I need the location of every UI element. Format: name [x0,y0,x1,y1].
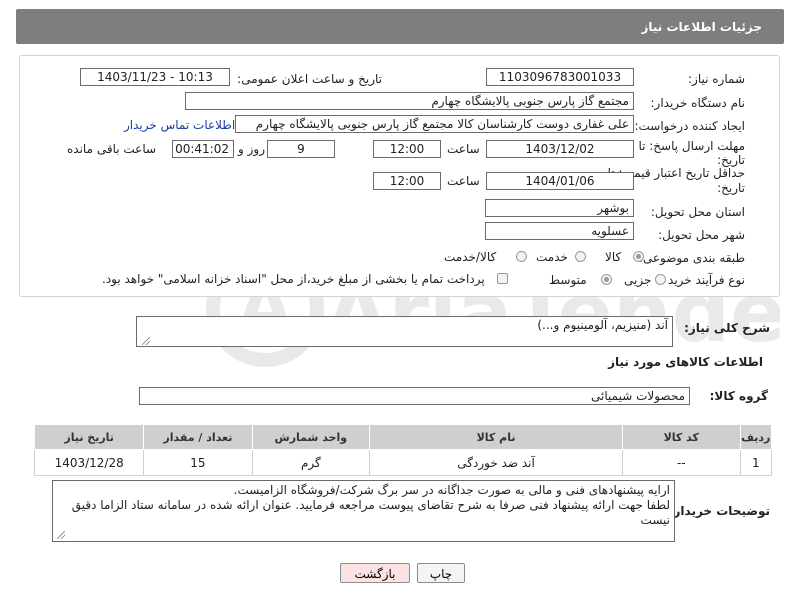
creator-label: ایجاد کننده درخواست: [634,119,745,133]
category-service-label: خدمت [536,250,568,264]
treasury-payment-checkbox[interactable] [497,273,508,284]
col-item-code: کد کالا [621,424,741,450]
process-label: نوع فرآیند خرید : [660,273,745,287]
buyer-notes-line-2: لطفا جهت ارائه پیشنهاد فنی صرفا به شرح ت… [71,498,670,512]
province-field: بوشهر [485,199,634,217]
col-row-number: ردیف [739,424,773,450]
process-minor-label: جزیی [624,273,652,287]
goods-section-title: اطلاعات کالاهای مورد نیاز [608,355,763,369]
buyer-org-field: مجتمع گاز پارس جنوبی پالایشگاه چهارم [185,92,634,110]
process-medium-radio[interactable] [601,274,612,285]
table-header-row: ردیف کد کالا نام کالا واحد شمارش تعداد /… [33,424,773,450]
remaining-label: ساعت باقی مانده [67,142,157,156]
announce-label: تاریخ و ساعت اعلان عمومی: [237,72,382,86]
category-service-radio[interactable] [575,251,586,262]
deadline-label-2: تاریخ: [717,153,745,167]
description-field: آند (منیزیم، آلومینیوم و...) [136,316,673,347]
buyer-contact-link[interactable]: اطلاعات تماس خریدار [124,118,235,132]
goods-table: ردیف کد کالا نام کالا واحد شمارش تعداد /… [33,424,773,476]
cell-item-code: -- [621,449,741,476]
need-number-field: 1103096783001033 [486,68,634,86]
goods-group-field: محصولات شیمیائی [139,387,690,405]
page-title: جزئیات اطلاعات نیاز [641,20,762,34]
cell-item-name: آند ضد خوردگی [369,449,623,476]
category-goods-service-label: کالا/خدمت [444,250,497,264]
cell-quantity: 15 [143,449,253,476]
print-button[interactable]: چاپ [417,563,465,583]
category-goods-radio[interactable] [633,251,644,262]
back-button[interactable]: بازگشت [340,563,410,583]
col-unit: واحد شمارش [251,424,371,450]
col-need-date: تاریخ نیاز [33,424,145,450]
process-minor-radio[interactable] [655,274,666,285]
validity-label-2: تاریخ: [717,181,745,195]
category-label: طبقه بندی موضوعی: [638,251,745,265]
deadline-time-label: ساعت [447,142,480,156]
creator-field: علی غفاری دوست کارشناسان کالا مجتمع گاز … [235,115,634,133]
validity-time-label: ساعت [447,174,480,188]
validity-time-field: 12:00 [373,172,441,190]
remaining-time-field: 00:41:02 [172,140,234,158]
notes-resize-handle[interactable] [57,531,65,539]
description-resize-handle[interactable] [142,337,150,345]
days-remaining-field: 9 [267,140,335,158]
days-label: روز و [238,142,265,156]
process-medium-label: متوسط [549,273,587,287]
table-row: 1 -- آند ضد خوردگی گرم 15 1403/12/28 [33,449,773,476]
goods-group-label: گروه کالا: [709,389,768,403]
buyer-notes-line-1: ارایه پیشنهادهای فنی و مالی به صورت جداگ… [233,483,670,497]
cell-unit: گرم [251,449,371,476]
col-item-name: نام کالا [369,424,623,450]
cell-need-date: 1403/12/28 [33,449,145,476]
buyer-notes-field: ارایه پیشنهادهای فنی و مالی به صورت جداگ… [52,480,675,542]
deadline-time-field: 12:00 [373,140,441,158]
category-goods-label: کالا [605,250,622,264]
panel-header: جزئیات اطلاعات نیاز [16,9,784,44]
city-field: عسلویه [485,222,634,240]
col-quantity: تعداد / مقدار [143,424,253,450]
description-label: شرح کلی نیاز: [684,321,770,335]
announce-field: 1403/11/23 - 10:13 [80,68,230,86]
deadline-date-field: 1403/12/02 [486,140,634,158]
buyer-notes-label: توضیحات خریدار: [668,504,770,518]
cell-row-number: 1 [739,449,773,476]
validity-date-field: 1404/01/06 [486,172,634,190]
province-label: استان محل تحویل: [650,205,745,219]
deadline-label: مهلت ارسال پاسخ: تا [638,139,745,153]
city-label: شهر محل تحویل: [658,228,745,242]
category-goods-service-radio[interactable] [516,251,527,262]
buyer-org-label: نام دستگاه خریدار: [650,96,746,110]
buyer-notes-line-3: نیست [640,513,670,527]
treasury-payment-note: پرداخت تمام یا بخشی از مبلغ خرید،از محل … [102,272,485,286]
need-number-label: شماره نیاز: [688,72,745,86]
